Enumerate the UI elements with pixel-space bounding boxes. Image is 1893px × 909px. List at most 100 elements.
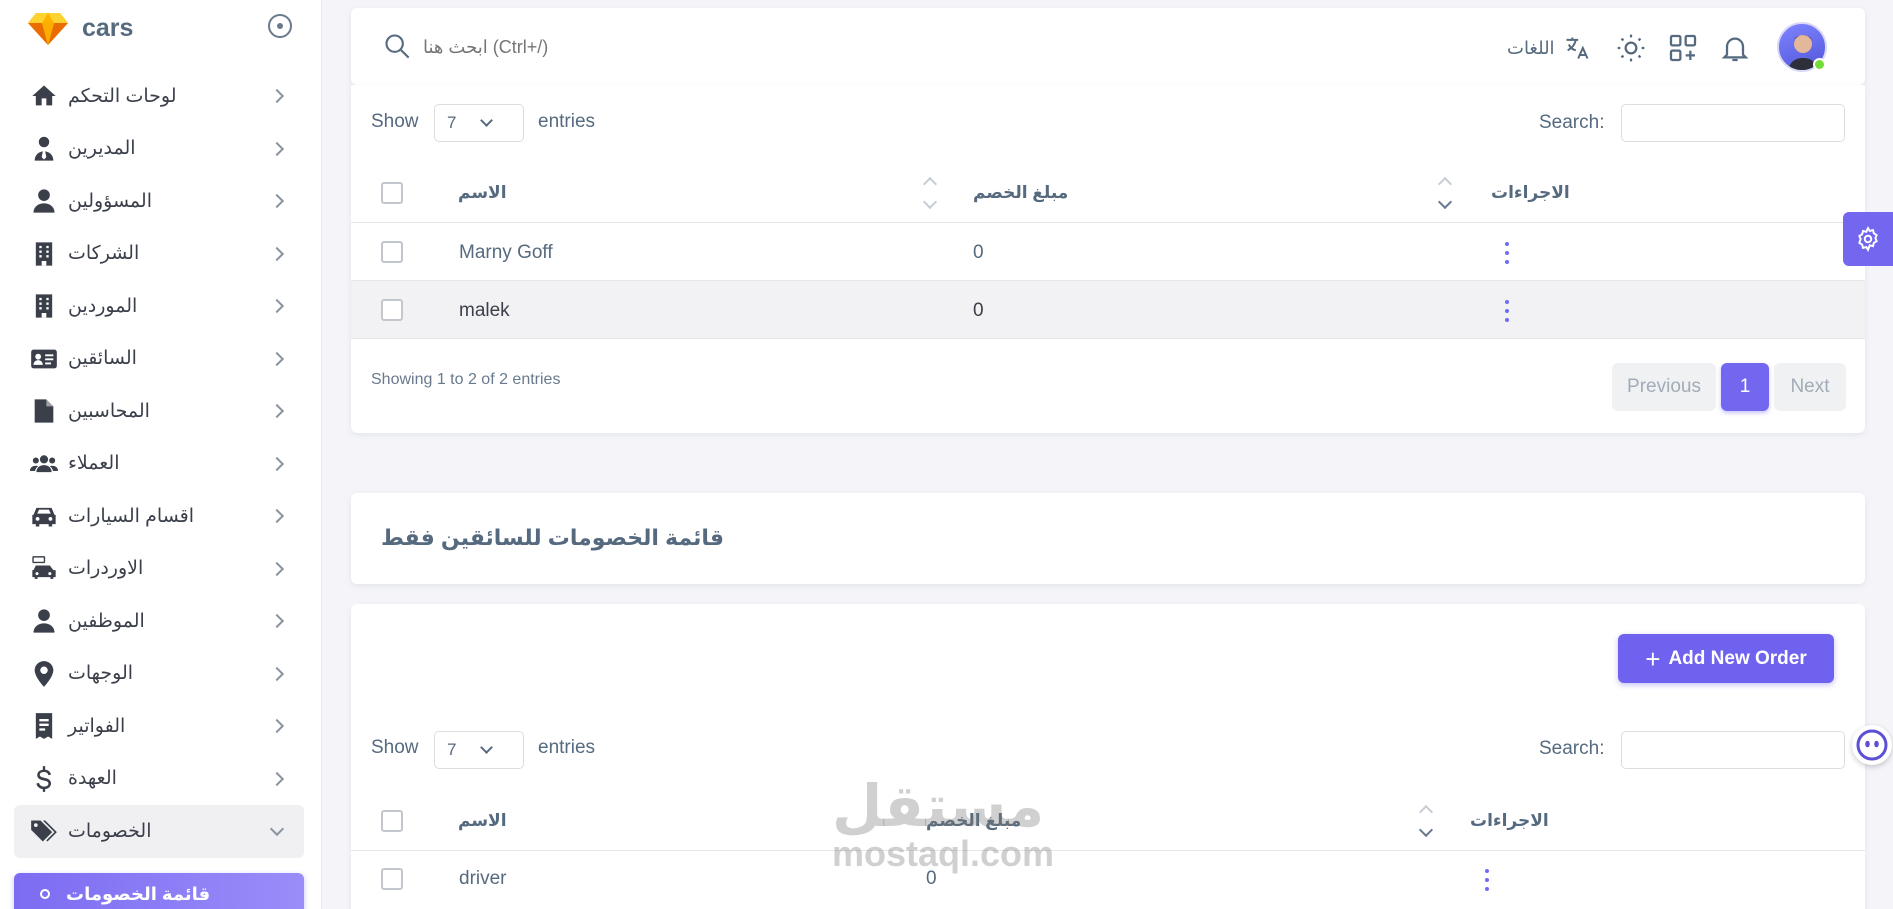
sidebar-item-managers[interactable]: المديرين (14, 123, 304, 176)
row-checkbox[interactable] (381, 868, 403, 890)
language-button[interactable]: اللغات (1507, 32, 1591, 64)
sidebar-item-label: لوحات التحكم (68, 85, 177, 107)
plus-icon: + (1645, 643, 1661, 674)
sidebar-item-destinations[interactable]: الوجهات (14, 648, 304, 701)
chevron-down-icon (269, 822, 285, 837)
building-icon (28, 238, 60, 270)
bot-icon (1856, 729, 1888, 761)
search-input[interactable] (423, 32, 823, 62)
home-icon (28, 80, 60, 112)
row-actions-menu-icon[interactable] (1504, 300, 1510, 322)
theme-toggle-icon[interactable] (1615, 32, 1647, 64)
brand[interactable]: cars (28, 10, 133, 46)
chevron-icon (269, 351, 285, 366)
column-header-name[interactable]: الاسم (458, 183, 507, 203)
column-header-name[interactable]: الاسم (458, 811, 507, 831)
sidebar-menu: لوحات التحكم المديرين المسؤولين الشركات … (14, 70, 304, 858)
entries-value: 7 (447, 740, 457, 759)
sidebar-item-dashboards[interactable]: لوحات التحكم (14, 70, 304, 123)
sidebar-item-discounts[interactable]: الخصومات (14, 805, 304, 858)
sidebar-item-label: العملاء (68, 453, 120, 475)
sidebar-item-admins[interactable]: المسؤولين (14, 175, 304, 228)
chat-bot-button[interactable] (1852, 725, 1892, 765)
discounts-table-card: Show 7 entries Search: الاسم مبلغ الخصم … (351, 85, 1865, 433)
search-label: Search: (1539, 112, 1605, 133)
cell-name: malek (459, 300, 510, 321)
sidebar-item-employees[interactable]: الموظفين (14, 595, 304, 648)
add-new-order-label: Add New Order (1668, 647, 1807, 669)
chevron-icon (269, 771, 285, 786)
cell-discount: 0 (973, 242, 984, 263)
id-card-icon (28, 343, 60, 375)
sidebar-item-label: اقسام السيارات (68, 505, 195, 527)
car-icon (28, 500, 60, 532)
row-actions-menu-icon[interactable] (1484, 869, 1490, 891)
circle-icon (40, 889, 50, 899)
divider (351, 222, 1865, 223)
drivers-discounts-table-card: + Add New Order Show 7 entries Search: ا… (351, 604, 1865, 909)
divider (351, 338, 1865, 339)
row-checkbox[interactable] (381, 299, 403, 321)
previous-page-button[interactable]: Previous (1612, 363, 1716, 411)
sidebar-item-drivers[interactable]: السائقين (14, 333, 304, 386)
chevron-icon (269, 561, 285, 576)
shortcuts-icon[interactable] (1667, 32, 1699, 64)
show-label: Show (371, 737, 419, 758)
next-page-button[interactable]: Next (1774, 363, 1846, 411)
sidebar-subitem-discounts-list[interactable]: قائمة الخصومات (14, 873, 304, 909)
row-actions-menu-icon[interactable] (1504, 242, 1510, 264)
entries-select[interactable]: 7 (434, 104, 524, 142)
map-pin-icon (28, 658, 60, 690)
sidebar-item-suppliers[interactable]: الموردين (14, 280, 304, 333)
sidebar-item-custody[interactable]: العهدة (14, 753, 304, 806)
page-1-button[interactable]: 1 (1721, 363, 1769, 411)
add-new-order-button[interactable]: + Add New Order (1618, 634, 1834, 683)
sidebar-item-label: الفواتير (68, 715, 126, 737)
user-icon (28, 185, 60, 217)
cell-name: driver (459, 868, 507, 889)
customizer-settings-button[interactable] (1843, 212, 1893, 266)
row-checkbox[interactable] (381, 241, 403, 263)
sidebar-item-car-categories[interactable]: اقسام السيارات (14, 490, 304, 543)
sidebar-item-label: المديرين (68, 138, 136, 160)
sidebar-item-orders[interactable]: الاوردرات (14, 543, 304, 596)
search-label: Search: (1539, 738, 1605, 759)
sort-icon[interactable] (1419, 803, 1433, 839)
table-search-input[interactable] (1621, 731, 1845, 769)
watermark-arabic: مستقل (832, 774, 1045, 839)
bell-icon[interactable] (1719, 32, 1751, 64)
entries-select[interactable]: 7 (434, 731, 524, 769)
users-icon (28, 448, 60, 480)
chevron-icon (269, 614, 285, 629)
cell-discount: 0 (973, 300, 984, 321)
sidebar-item-clients[interactable]: العملاء (14, 438, 304, 491)
chevron-icon (269, 719, 285, 734)
watermark-url: mostaql.com (832, 833, 1055, 874)
select-all-checkbox[interactable] (381, 810, 403, 832)
logo-icon (28, 13, 68, 45)
sidebar-item-label: الموظفين (68, 610, 145, 632)
online-status-dot (1813, 58, 1826, 71)
sidebar-item-label: السائقين (68, 348, 137, 370)
select-all-checkbox[interactable] (381, 182, 403, 204)
translate-icon (1566, 37, 1588, 59)
divider (351, 850, 1865, 851)
sidebar-item-invoices[interactable]: الفواتير (14, 700, 304, 753)
chevron-icon (269, 194, 285, 209)
sidebar-item-label: المسؤولين (68, 190, 152, 212)
entries-value: 7 (447, 113, 457, 132)
entries-label: entries (538, 737, 596, 758)
sidebar-item-accountants[interactable]: المحاسبين (14, 385, 304, 438)
column-header-actions: الاجراءات (1491, 183, 1570, 202)
table-row-hover-bg (351, 281, 1865, 338)
sort-icon[interactable] (923, 175, 937, 211)
sidebar-item-companies[interactable]: الشركات (14, 228, 304, 281)
column-header-discount[interactable]: مبلغ الخصم (973, 183, 1068, 203)
building-icon (28, 290, 60, 322)
cell-name: Marny Goff (459, 242, 553, 263)
sidebar-toggle-button[interactable] (268, 14, 292, 38)
chevron-down-icon (480, 741, 493, 754)
sort-icon[interactable] (1438, 175, 1452, 211)
top-navbar: اللغات (351, 8, 1865, 85)
table-search-input[interactable] (1621, 104, 1845, 142)
